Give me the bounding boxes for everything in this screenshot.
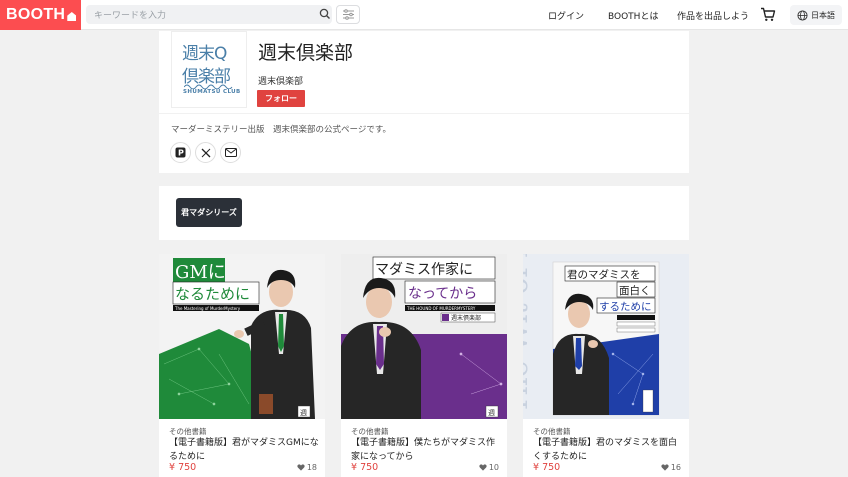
booth-logo[interactable]: BOOTH [0,0,81,30]
cover-author-image: マダミス作家に なってから THE HOUND OF MURDERMYSTERY… [341,254,507,419]
cover-gm-image: GMに なるために The Mastering of MurderMystery… [159,254,325,419]
category-button-kimimada[interactable]: 君マダシリーズ [176,198,242,227]
login-link[interactable]: ログイン [548,0,584,30]
site-header: BOOTH キーワードを入力 ログイン BOOTHとは 作品を出品しよう 日本語 [0,0,848,30]
about-link[interactable]: BOOTHとは [608,0,658,30]
cover-line2: 面白く [619,284,651,297]
product-thumbnail[interactable]: GMに なるために The Mastering of MurderMystery… [159,254,325,419]
mail-link[interactable] [220,142,241,163]
divider [159,113,689,114]
x-icon [201,148,210,157]
like-button[interactable]: 10 [479,463,499,472]
cover-line2: なるために [175,285,250,303]
cover-line1: マダミス作家に [375,261,473,278]
cover-seal: 週 [300,408,307,417]
product-price: ¥ 750 [533,462,561,473]
cover-line1: GMに [175,262,226,283]
filter-button[interactable] [336,5,360,24]
logo-text: BOOTH [6,6,66,23]
like-button[interactable]: 16 [661,463,681,472]
search-icon[interactable] [318,7,332,21]
shop-subtitle[interactable]: 週末倶楽部 [258,74,303,87]
product-title[interactable]: 【電子書籍版】僕たちがマダミス作家になってから [351,436,501,464]
heart-icon [661,464,669,471]
heart-icon [297,464,305,471]
language-label: 日本語 [811,10,835,20]
product-price: ¥ 750 [351,462,379,473]
like-count: 10 [488,463,499,472]
pixiv-icon: P [175,147,186,158]
product-thumbnail[interactable]: The Wit of Four 君のマダミスを 面白く するために [523,254,689,419]
category-card: 君マダシリーズ [159,186,689,240]
cover-author: 週末倶楽部 [451,314,481,322]
like-button[interactable]: 18 [297,463,317,472]
cover-line1: 君のマダミスを [567,268,641,281]
sell-link[interactable]: 作品を出品しよう [677,0,749,30]
product-card[interactable]: The Wit of Four 君のマダミスを 面白く するために [523,254,689,477]
filter-icon [343,9,354,20]
shop-profile-card: 週末Q 倶楽部 SHUMATSU CLUB 週末倶楽部 週末倶楽部 フォロー マ… [159,31,689,173]
cart-icon[interactable] [760,7,776,22]
cover-line3: するために [599,301,652,313]
product-title[interactable]: 【電子書籍版】君のマダミスを面白くするために [533,436,683,464]
product-card[interactable]: マダミス作家に なってから THE HOUND OF MURDERMYSTERY… [341,254,507,477]
product-card[interactable]: GMに なるために The Mastering of MurderMystery… [159,254,325,477]
like-count: 16 [670,463,681,472]
cover-subtitle: The Mastering of MurderMystery [174,306,241,311]
product-price: ¥ 750 [169,462,197,473]
cover-wit-image: The Wit of Four 君のマダミスを 面白く するために [523,254,689,419]
search-input[interactable]: キーワードを入力 [86,5,332,24]
language-selector[interactable]: 日本語 [790,5,842,25]
logo-house-icon [67,12,77,21]
product-thumbnail[interactable]: マダミス作家に なってから THE HOUND OF MURDERMYSTERY… [341,254,507,419]
shop-logo-caption: SHUMATSU CLUB [183,89,241,95]
cover-subtitle: THE HOUND OF MURDERMYSTERY [406,306,476,311]
search-placeholder: キーワードを入力 [94,11,167,21]
x-link[interactable] [195,142,216,163]
shop-description: マーダーミステリー出版 週末倶楽部の公式ページです。 [171,125,391,135]
shop-logo[interactable]: 週末Q 倶楽部 SHUMATSU CLUB [171,31,247,108]
like-count: 18 [306,463,317,472]
follow-button[interactable]: フォロー [257,90,305,107]
shop-title: 週末倶楽部 [258,42,354,64]
globe-icon [797,9,808,21]
cover-seal: 週 [488,408,495,417]
cover-bg-text: The Wit of Four [523,254,534,414]
heart-icon [479,464,487,471]
product-title[interactable]: 【電子書籍版】君がマダミスGMになるために [169,436,319,464]
pixiv-link[interactable]: P [170,142,191,163]
shop-logo-line1: 週末Q [182,44,227,64]
cover-line2: なってから [408,286,477,302]
mail-icon [224,148,237,157]
svg-text:P: P [178,149,184,158]
